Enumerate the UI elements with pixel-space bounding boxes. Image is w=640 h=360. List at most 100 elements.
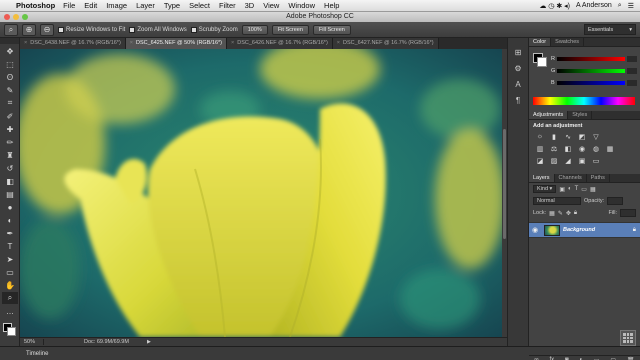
- fill-screen-button[interactable]: Fill Screen: [312, 24, 351, 35]
- opacity-field[interactable]: [607, 197, 624, 205]
- status-icons[interactable]: ☁ ◷ ✱ ◂): [539, 2, 570, 10]
- color-balance-icon[interactable]: ⚖: [549, 144, 559, 153]
- new-group-icon[interactable]: ▭: [594, 357, 600, 360]
- tab-styles[interactable]: Styles: [568, 111, 593, 119]
- scrollbar-thumb[interactable]: [503, 129, 506, 239]
- vibrance-icon[interactable]: ▽: [591, 132, 601, 141]
- type-tool-icon[interactable]: T: [2, 240, 18, 252]
- document-tab[interactable]: × DSC_6427.NEF @ 16.7% (RGB/16*): [332, 38, 439, 49]
- color-lookup-icon[interactable]: ▦: [605, 144, 615, 153]
- blue-slider-track[interactable]: [557, 80, 625, 85]
- zoom-level-field[interactable]: 50%: [20, 339, 44, 345]
- dodge-tool-icon[interactable]: ◐: [2, 214, 18, 226]
- layer-kind-select[interactable]: Kind ▾: [533, 185, 557, 193]
- posterize-icon[interactable]: ▨: [549, 156, 559, 165]
- filter-smart-icon[interactable]: ▦: [590, 186, 596, 193]
- clone-stamp-tool-icon[interactable]: ♜: [2, 149, 18, 161]
- gradient-tool-icon[interactable]: ▤: [2, 188, 18, 200]
- black-white-icon[interactable]: ◧: [563, 144, 573, 153]
- threshold-icon[interactable]: ◢: [563, 156, 573, 165]
- tab-layers[interactable]: Layers: [529, 174, 555, 182]
- filter-adjustment-icon[interactable]: ◐: [568, 186, 572, 192]
- lock-position-icon[interactable]: ✥: [566, 210, 571, 217]
- red-slider[interactable]: R: [551, 55, 637, 62]
- menu-help[interactable]: Help: [324, 1, 339, 10]
- zoom-in-icon[interactable]: ⊕: [22, 23, 36, 36]
- layer-name[interactable]: Background: [563, 227, 633, 233]
- blur-tool-icon[interactable]: ●: [2, 201, 18, 213]
- green-slider-track[interactable]: [557, 68, 625, 73]
- zoom-tool-preset-icon[interactable]: ⌕: [4, 23, 18, 36]
- filter-type-icon[interactable]: T: [575, 186, 579, 192]
- green-value-field[interactable]: [627, 67, 637, 74]
- document-canvas[interactable]: [20, 49, 502, 337]
- close-tab-icon[interactable]: ×: [337, 40, 340, 46]
- history-brush-tool-icon[interactable]: ↺: [2, 162, 18, 174]
- channel-mixer-icon[interactable]: ◍: [591, 144, 601, 153]
- menu-layer[interactable]: Layer: [136, 1, 155, 10]
- fill-field[interactable]: [620, 209, 636, 217]
- zoom-all-checkbox[interactable]: Zoom All Windows: [129, 26, 187, 33]
- spotlight-icon[interactable]: ⌕: [618, 2, 622, 10]
- lock-pixels-icon[interactable]: ✎: [558, 210, 563, 217]
- tab-channels[interactable]: Channels: [555, 174, 587, 182]
- zoom-100-button[interactable]: 100%: [241, 24, 268, 35]
- exposure-icon[interactable]: ◩: [577, 132, 587, 141]
- menu-edit[interactable]: Edit: [84, 1, 97, 10]
- marquee-tool-icon[interactable]: ⬚: [2, 58, 18, 70]
- quick-select-tool-icon[interactable]: ✎: [2, 84, 18, 96]
- filter-pixel-icon[interactable]: ▣: [559, 186, 565, 193]
- pen-tool-icon[interactable]: ✒: [2, 227, 18, 239]
- menu-3d[interactable]: 3D: [245, 1, 255, 10]
- close-window-button[interactable]: [4, 14, 10, 20]
- close-tab-icon[interactable]: ×: [231, 40, 234, 46]
- hand-tool-icon[interactable]: ✋: [2, 279, 18, 291]
- background-color-swatch[interactable]: [7, 327, 16, 336]
- menu-image[interactable]: Image: [106, 1, 127, 10]
- tab-swatches[interactable]: Swatches: [551, 38, 585, 46]
- green-slider[interactable]: G: [551, 67, 637, 74]
- zoom-out-icon[interactable]: ⊖: [40, 23, 54, 36]
- lock-all-icon[interactable]: 🔒︎: [574, 210, 577, 217]
- checkbox-box-checked[interactable]: [190, 26, 197, 33]
- photo-filter-icon[interactable]: ◉: [577, 144, 587, 153]
- eraser-tool-icon[interactable]: ◧: [2, 175, 18, 187]
- brush-tool-icon[interactable]: ✏: [2, 136, 18, 148]
- levels-icon[interactable]: ▮: [549, 132, 559, 141]
- shape-tool-icon[interactable]: ▭: [2, 266, 18, 278]
- menu-file[interactable]: File: [63, 1, 75, 10]
- fit-screen-button[interactable]: Fit Screen: [271, 24, 309, 35]
- menu-window[interactable]: Window: [288, 1, 315, 10]
- lock-transparent-icon[interactable]: ▦: [549, 210, 555, 217]
- visibility-eye-icon[interactable]: ◉: [529, 226, 541, 234]
- zoom-tool-icon[interactable]: ⌕: [2, 292, 18, 304]
- path-select-tool-icon[interactable]: ➤: [2, 253, 18, 265]
- hue-saturation-icon[interactable]: ▥: [535, 144, 545, 153]
- color-spectrum-ramp[interactable]: [533, 97, 635, 105]
- tab-paths[interactable]: Paths: [587, 174, 610, 182]
- blend-mode-select[interactable]: Normal: [533, 197, 581, 205]
- user-name[interactable]: A Anderson: [576, 2, 612, 9]
- menu-filter[interactable]: Filter: [219, 1, 236, 10]
- menu-view[interactable]: View: [263, 1, 279, 10]
- history-panel-icon[interactable]: ⊞: [511, 46, 525, 58]
- scrubby-zoom-checkbox[interactable]: Scrubby Zoom: [190, 26, 238, 33]
- checkbox-box[interactable]: [129, 26, 136, 33]
- red-slider-track[interactable]: [557, 56, 625, 61]
- more-tools-icon[interactable]: …: [2, 305, 18, 317]
- properties-panel-icon[interactable]: ⚙: [511, 62, 525, 74]
- menu-type[interactable]: Type: [164, 1, 180, 10]
- minimize-window-button[interactable]: [13, 14, 19, 20]
- list-icon[interactable]: ☰: [628, 2, 634, 10]
- blue-slider[interactable]: B: [551, 79, 637, 86]
- document-tab[interactable]: × DSC_6438.NEF @ 16.7% (RGB/16*): [20, 38, 126, 49]
- paragraph-panel-icon[interactable]: ¶: [511, 94, 525, 106]
- tab-adjustments[interactable]: Adjustments: [529, 111, 569, 119]
- close-tab-icon[interactable]: ×: [24, 40, 27, 46]
- blue-value-field[interactable]: [627, 79, 637, 86]
- layer-thumbnail[interactable]: [544, 224, 560, 236]
- character-panel-icon[interactable]: A: [511, 78, 525, 90]
- filter-shape-icon[interactable]: ▭: [581, 186, 587, 193]
- selective-color-icon[interactable]: ▣: [577, 156, 587, 165]
- gradient-map-icon[interactable]: ▭: [591, 156, 601, 165]
